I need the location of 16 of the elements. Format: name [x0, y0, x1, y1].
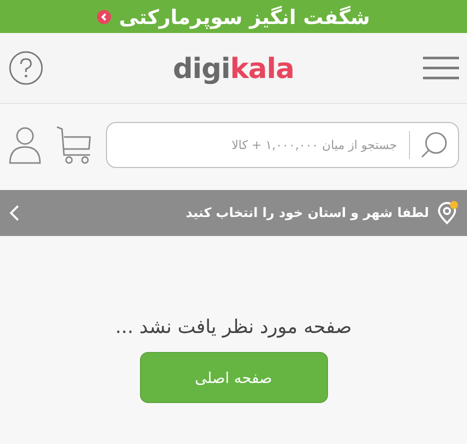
- search-bar[interactable]: جستجو از میان ۱,۰۰۰,۰۰۰ + کالا: [106, 122, 459, 168]
- cart-icon[interactable]: [56, 125, 92, 165]
- chevron-icon: [97, 10, 111, 24]
- banner-text: شگفت انگیز سوپرمارکتی: [119, 4, 370, 28]
- menu-icon[interactable]: [422, 55, 459, 81]
- search-icon[interactable]: [420, 131, 448, 159]
- not-found-message: صفحه مورد نظر یافت نشد ...: [115, 316, 352, 338]
- location-bar[interactable]: لطفا شهر و استان خود را انتخاب کنید: [0, 190, 467, 236]
- logo[interactable]: digikala: [172, 52, 294, 84]
- location-prompt: لطفا شهر و استان خود را انتخاب کنید: [186, 206, 429, 220]
- help-icon[interactable]: [8, 50, 44, 86]
- home-button[interactable]: صفحه اصلی: [140, 352, 328, 403]
- user-icon[interactable]: [8, 125, 42, 165]
- search-field[interactable]: جستجو از میان ۱,۰۰۰,۰۰۰ + کالا: [117, 137, 399, 153]
- promo-banner[interactable]: شگفت انگیز سوپرمارکتی: [0, 0, 467, 33]
- chevron-left-icon[interactable]: [8, 204, 20, 222]
